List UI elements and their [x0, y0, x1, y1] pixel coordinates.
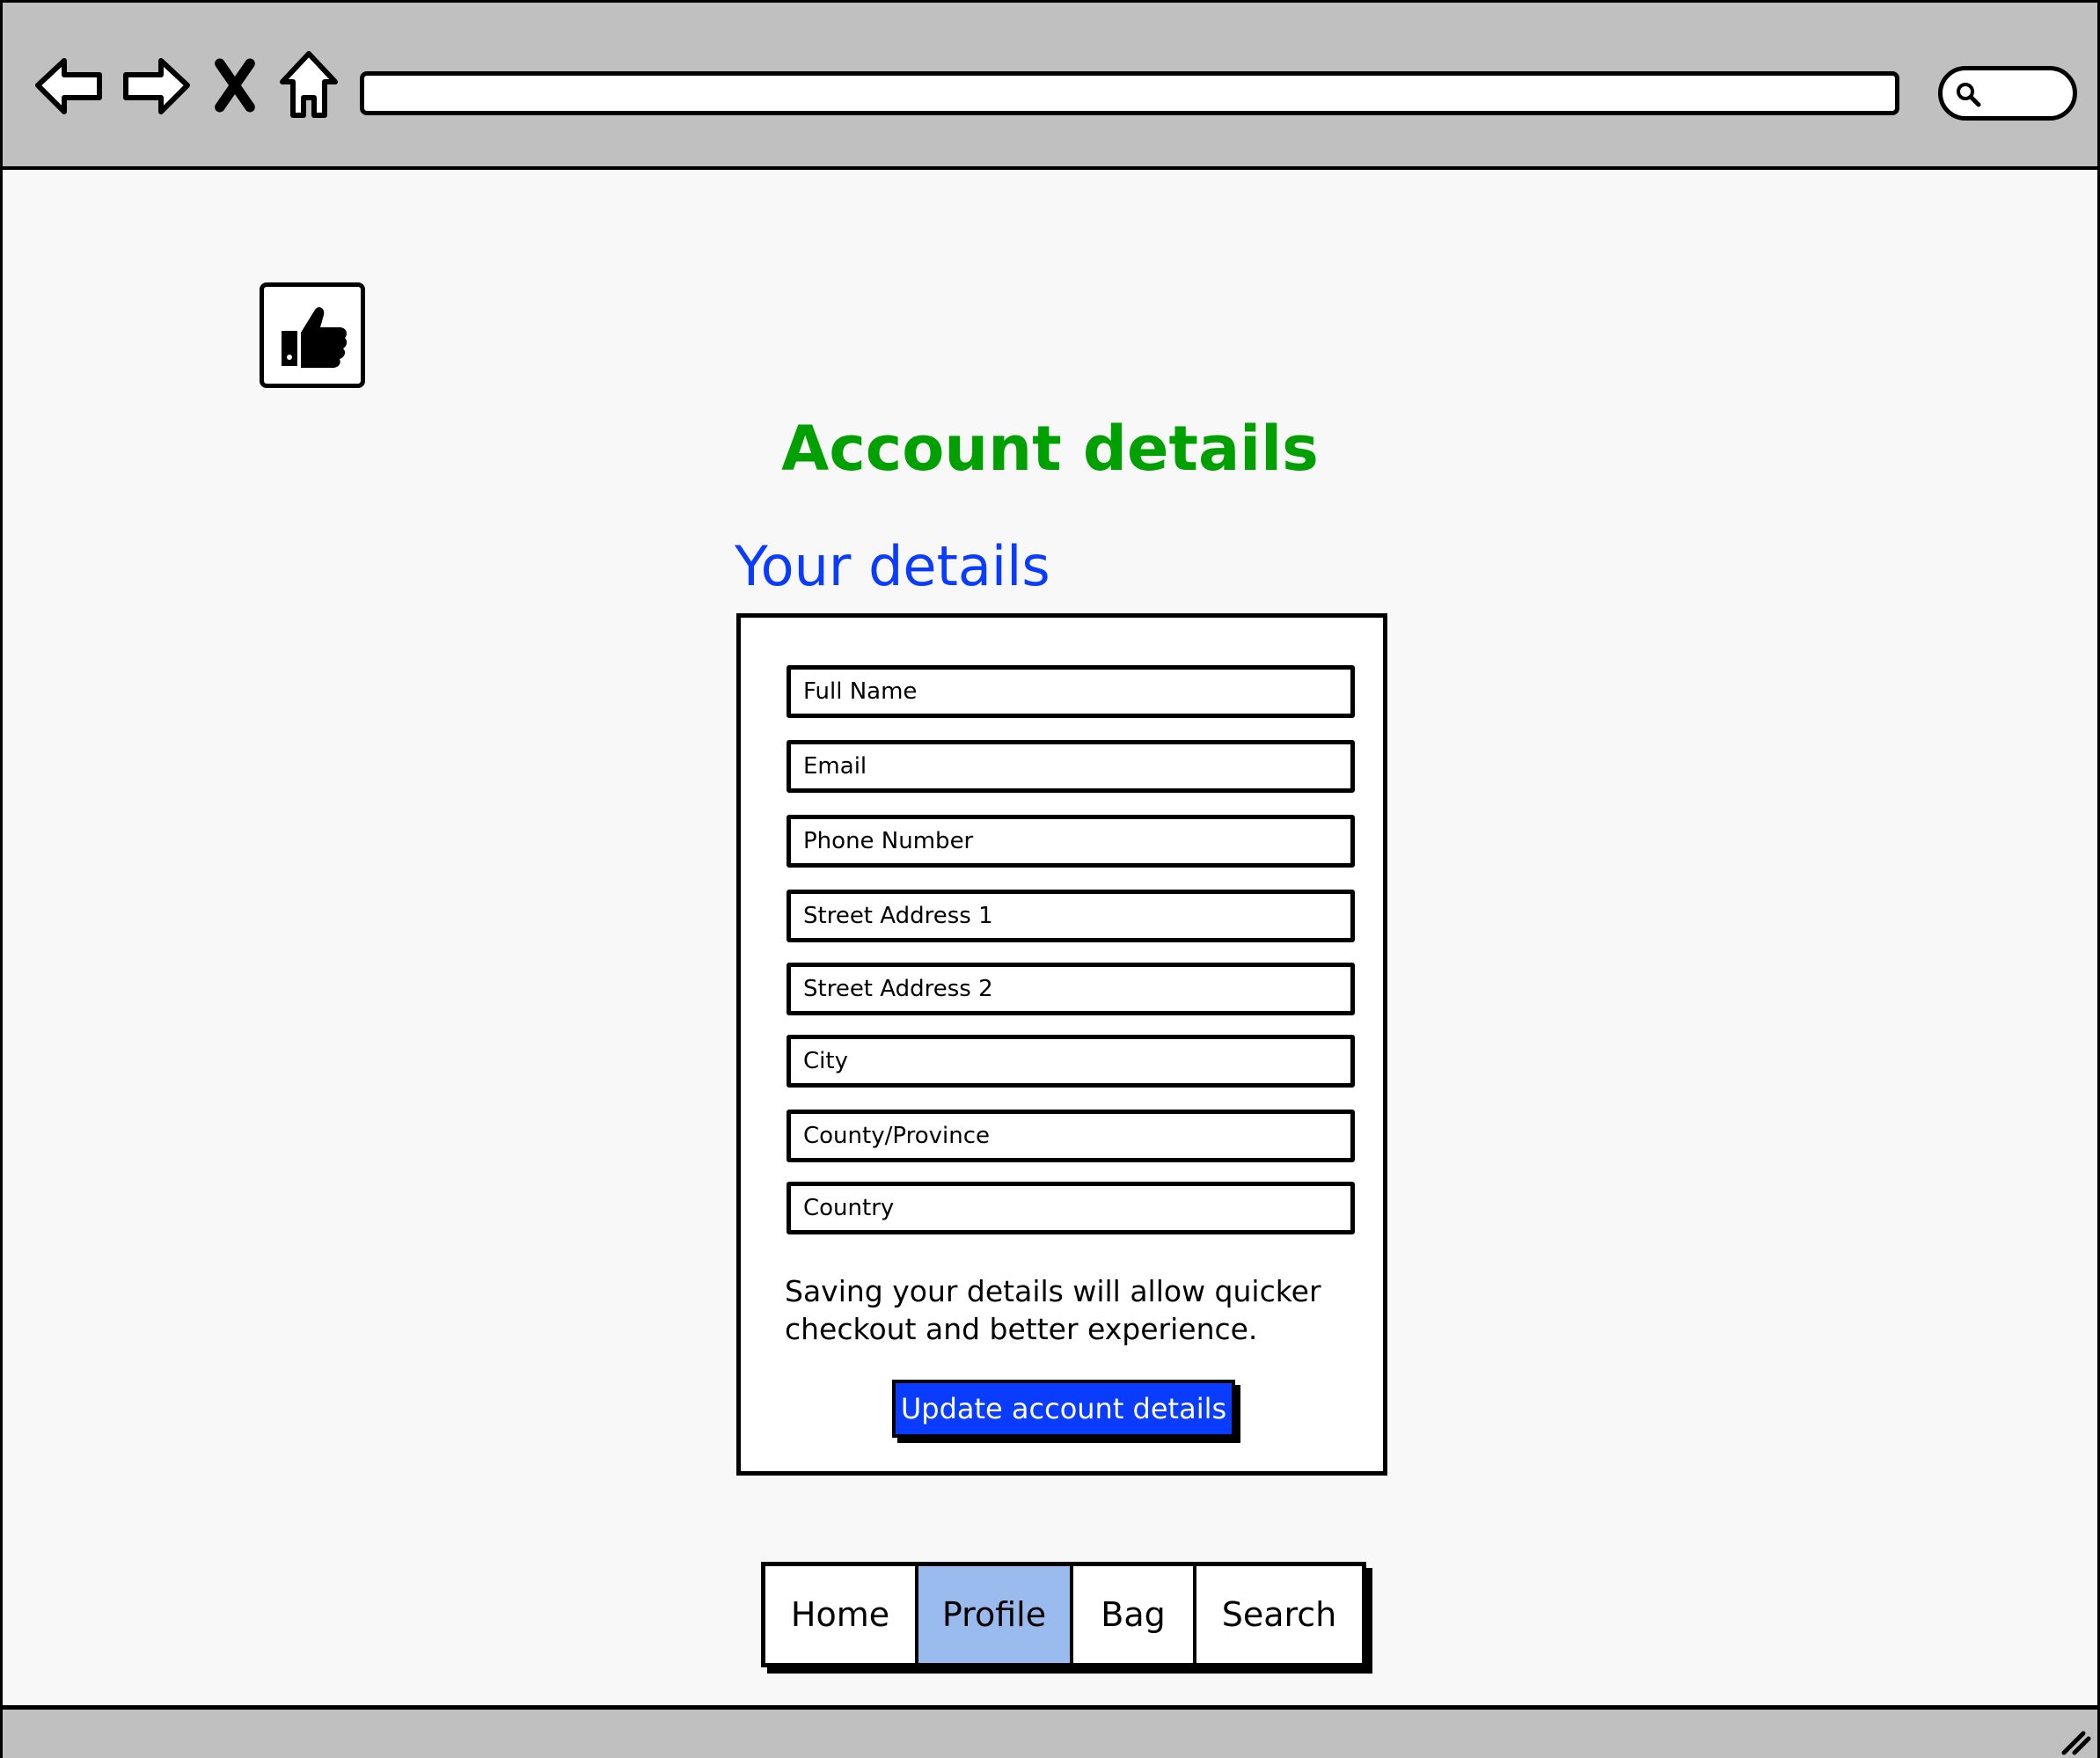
nav-tab-search[interactable]: Search	[1196, 1566, 1362, 1663]
page-title: Account details	[781, 413, 1319, 485]
logo[interactable]	[260, 282, 365, 388]
city-field[interactable]	[787, 1035, 1355, 1088]
close-icon[interactable]	[200, 48, 270, 122]
nav-tab-profile[interactable]: Profile	[918, 1566, 1073, 1663]
update-account-button[interactable]: Update account details	[892, 1380, 1235, 1438]
bottom-nav: Home Profile Bag Search	[761, 1562, 1366, 1667]
browser-toolbar	[3, 3, 2097, 170]
resize-grip-icon[interactable]	[2057, 1721, 2092, 1756]
search-icon	[1957, 83, 1981, 107]
form-note: Saving your details will allow quicker c…	[785, 1274, 1321, 1346]
email-field[interactable]	[787, 740, 1355, 793]
home-icon[interactable]	[272, 48, 346, 122]
country-field[interactable]	[787, 1182, 1355, 1234]
phone-number-field[interactable]	[787, 815, 1355, 868]
county-province-field[interactable]	[787, 1110, 1355, 1162]
full-name-field[interactable]	[787, 665, 1355, 718]
section-title: Your details	[735, 534, 1050, 598]
thumbs-up-icon	[282, 307, 348, 368]
page-content: Account details Your details Saving your…	[3, 170, 2097, 1705]
status-bar	[3, 1705, 2097, 1758]
forward-arrow-icon[interactable]	[119, 48, 193, 122]
browser-window: Account details Your details Saving your…	[0, 0, 2100, 1758]
street-address-2-field[interactable]	[787, 963, 1355, 1015]
account-form: Saving your details will allow quicker c…	[736, 613, 1387, 1476]
back-arrow-icon[interactable]	[33, 48, 106, 122]
street-address-1-field[interactable]	[787, 890, 1355, 942]
nav-tab-bag[interactable]: Bag	[1073, 1566, 1196, 1663]
address-bar[interactable]	[360, 71, 1899, 115]
nav-tab-home[interactable]: Home	[765, 1566, 918, 1663]
browser-search-box[interactable]	[1938, 66, 2077, 121]
